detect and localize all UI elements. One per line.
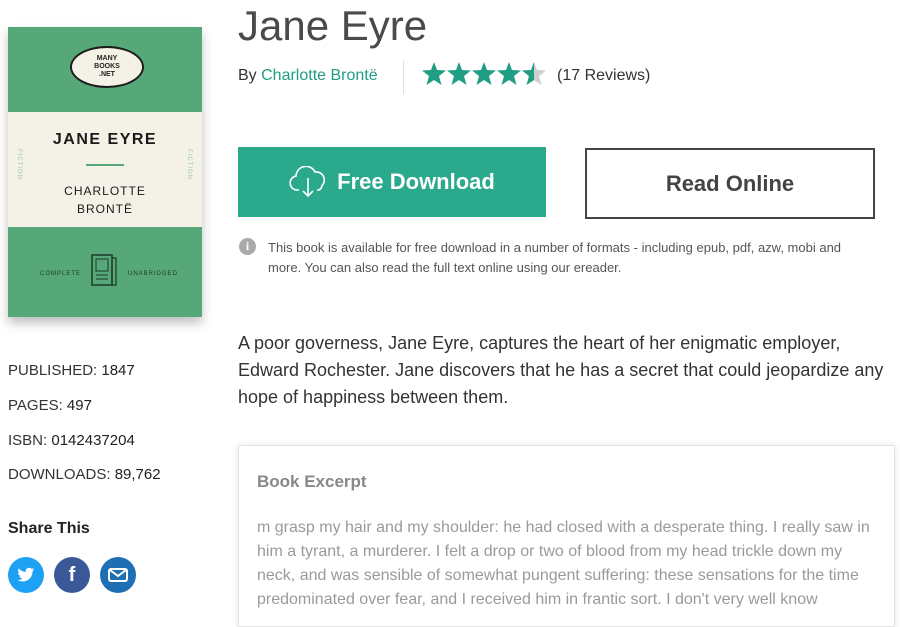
excerpt-text: m grasp my hair and my shoulder: he had … [257,519,870,608]
review-count[interactable]: (17 Reviews) [557,67,650,85]
by-label: By [238,67,257,84]
cover-divider [86,164,124,166]
read-online-label: Read Online [665,170,795,196]
cover-title: JANE EYRE [52,131,158,148]
cover-logo-line: MANY [96,55,118,62]
author-link[interactable]: Charlotte Brontë [261,67,378,84]
excerpt-title: Book Excerpt [257,472,367,491]
cover-author-line: CHARLOTTE [64,184,146,198]
cover-logo-line: BOOKS [94,63,120,70]
byline: By Charlotte Brontë [238,67,378,85]
cloud-download-icon [289,166,326,198]
facebook-icon: f [68,563,76,586]
divider [403,60,404,94]
share-facebook-button[interactable]: f [54,557,90,593]
free-download-button[interactable]: Free Download [238,147,546,217]
star-icon [472,62,496,85]
meta-published-label: PUBLISHED: [8,362,98,379]
meta-published: PUBLISHED: 1847 [8,362,135,379]
star-icon [422,62,446,85]
cover-side-label-right: FICTION [186,149,192,180]
cover-logo: MANY BOOKS .NET [70,46,144,88]
cover-logo-line: .NET [99,71,115,78]
star-icon [497,62,521,85]
meta-downloads: DOWNLOADS: 89,762 [8,466,161,483]
share-twitter-button[interactable] [8,557,44,593]
star-rating [422,62,546,85]
meta-downloads-value: 89,762 [114,466,161,483]
page-title: Jane Eyre [238,2,428,49]
share-email-button[interactable] [100,557,136,593]
cover-side-label-left: FICTION [16,149,22,180]
meta-pages: PAGES: 497 [8,397,92,414]
meta-published-value: 1847 [101,362,135,379]
meta-isbn: ISBN: 0142437204 [8,432,135,449]
star-icon [447,62,471,85]
read-online-button[interactable]: Read Online [585,148,875,219]
info-icon: i [239,238,256,255]
cover-author: CHARLOTTE BRONTË [8,182,202,218]
format-info-text: This book is available for free download… [268,240,842,275]
twitter-icon [17,567,35,582]
email-icon [108,568,128,582]
meta-isbn-label: ISBN: [8,432,48,449]
meta-isbn-value: 0142437204 [51,432,135,449]
book-icon [91,254,117,286]
share-title: Share This [8,520,90,537]
free-download-label: Free Download [337,169,495,194]
book-cover[interactable]: MANY BOOKS .NET JANE EYRE CHARLOTTE BRON… [8,27,202,317]
cover-complete: COMPLETE [40,271,82,277]
half-star-icon [522,62,546,85]
cover-author-line: BRONTË [76,202,133,216]
book-description: A poor governess, Jane Eyre, captures th… [238,333,884,407]
book-excerpt-panel: Book Excerpt m grasp my hair and my shou… [238,445,895,627]
cover-unabridged: UNABRIDGED [128,271,179,277]
meta-pages-label: PAGES: [8,397,63,414]
meta-downloads-label: DOWNLOADS: [8,466,111,483]
meta-pages-value: 497 [66,397,92,414]
